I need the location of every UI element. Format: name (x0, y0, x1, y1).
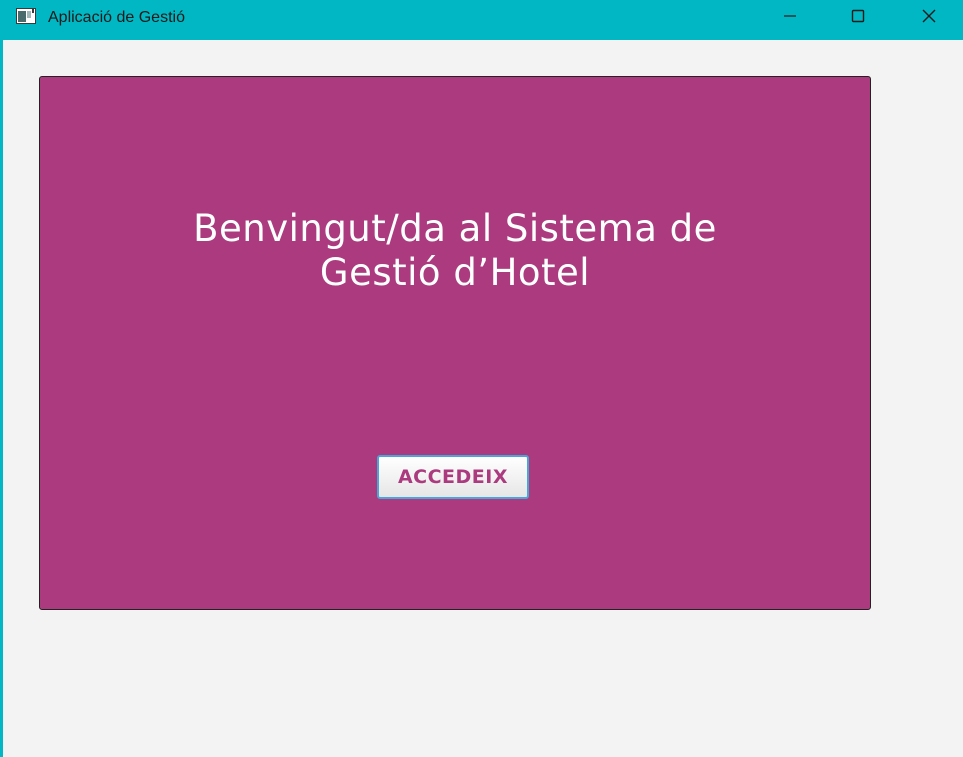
maximize-button[interactable] (835, 0, 881, 36)
minimize-button[interactable] (767, 0, 813, 36)
welcome-heading: Benvingut/da al Sistema de Gestió d’Hote… (80, 207, 830, 295)
minimize-icon (782, 8, 798, 28)
title-bar[interactable]: Aplicació de Gestió (0, 0, 963, 40)
close-icon (921, 8, 937, 28)
window-title: Aplicació de Gestió (48, 9, 185, 26)
welcome-panel: Benvingut/da al Sistema de Gestió d’Hote… (39, 76, 871, 610)
maximize-icon (850, 8, 866, 28)
welcome-heading-line1: Benvingut/da al Sistema de (193, 207, 717, 250)
access-button[interactable]: ACCEDEIX (377, 455, 529, 499)
welcome-heading-line2: Gestió d’Hotel (319, 251, 591, 294)
app-window: Aplicació de Gestió Benvingut/da al Sist… (0, 0, 963, 757)
app-icon (16, 8, 36, 24)
close-button[interactable] (906, 0, 952, 36)
